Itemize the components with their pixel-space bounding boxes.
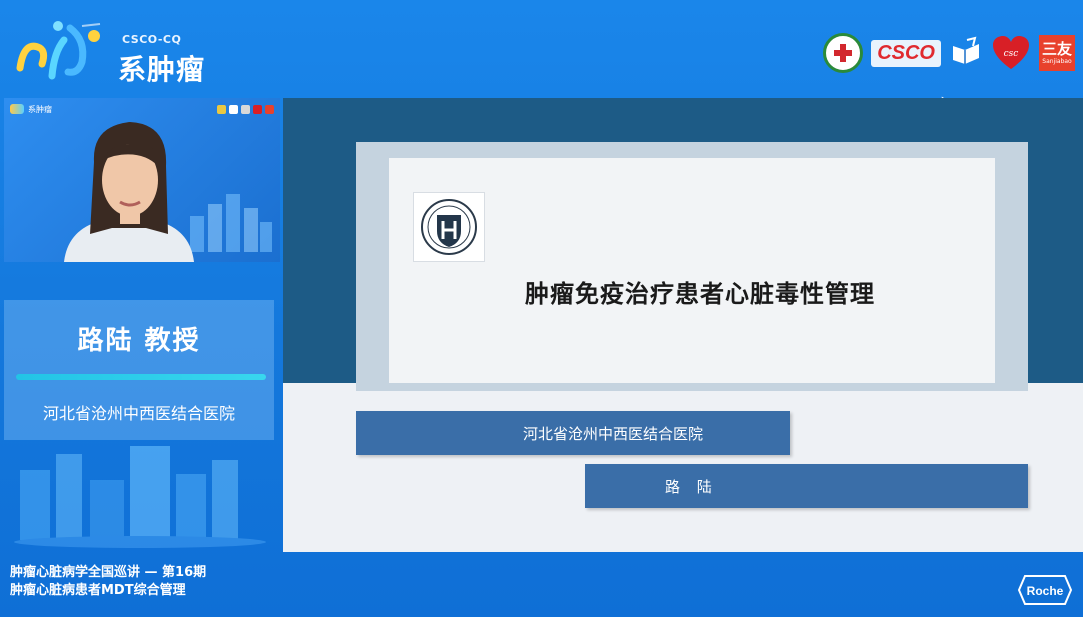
mini-logos (217, 104, 274, 114)
event-title-line2: 肿瘤心脏病患者MDT综合管理 (10, 583, 186, 598)
brand-subtitle: CSCO-CQ (122, 33, 182, 46)
speaker-video: 系肿瘤 (4, 98, 280, 262)
video-mini-title: 系肿瘤 (28, 104, 52, 114)
roche-logo: Roche (1017, 575, 1073, 605)
slide-title: 肿瘤免疫治疗患者心脏毒性管理 (525, 280, 875, 308)
sanjia-logo-text: 三友 (1041, 39, 1072, 58)
sponsor-logos: CSCO csc 三友 Sanjiabao (823, 32, 1075, 74)
brand-heart-logo (16, 21, 101, 80)
speaker-name: 路陆 教授 (77, 326, 201, 356)
svg-text:csc: csc (1004, 49, 1019, 59)
book-logo (953, 36, 979, 64)
hospital-logo (823, 33, 864, 73)
slide-hospital-bar: 河北省沧州中西医结合医院 (356, 411, 790, 455)
decorative-city-blocks (14, 446, 266, 548)
presentation-slide: 肿瘤免疫治疗患者心脏毒性管理 河北省沧州中西医结合医院 路 陆 (283, 98, 1083, 552)
mini-logo-4 (253, 104, 262, 114)
roche-text: Roche (1027, 584, 1064, 598)
heart-logo: csc (993, 36, 1029, 69)
slide-frame-edge (356, 383, 1028, 391)
mini-logo-5 (265, 104, 274, 114)
slide-speaker-text: 路 陆 (665, 477, 718, 496)
header: CSCO-CQ 系肿瘤 CSCO csc 三友 Sanjiabao (0, 0, 1083, 98)
sanjia-logo: 三友 Sanjiabao (1039, 35, 1075, 71)
slide-speaker-bar: 路 陆 (585, 464, 1028, 508)
event-title-line1: 肿瘤心脏病学全国巡讲 — 第16期 (10, 565, 207, 580)
sanjia-logo-sub: Sanjiabao (1042, 57, 1072, 65)
csco-logo: CSCO (871, 39, 941, 67)
mini-brand-icon (10, 104, 24, 114)
mini-logo-2 (229, 104, 238, 114)
speaker-portrait (64, 122, 194, 262)
hospital-emblem-icon (413, 192, 485, 262)
brand-title: 系肿瘤 (118, 53, 206, 86)
mini-logo-1 (217, 104, 226, 114)
name-divider (16, 374, 266, 380)
slide-hospital-text: 河北省沧州中西医结合医院 (522, 424, 703, 443)
mini-logo-3 (241, 104, 250, 114)
event-title: 肿瘤心脏病学全国巡讲 — 第16期 肿瘤心脏病患者MDT综合管理 (10, 564, 206, 600)
speaker-name-card: 路陆 教授 河北省沧州中西医结合医院 (4, 300, 274, 440)
speaker-hospital: 河北省沧州中西医结合医院 (42, 404, 235, 423)
